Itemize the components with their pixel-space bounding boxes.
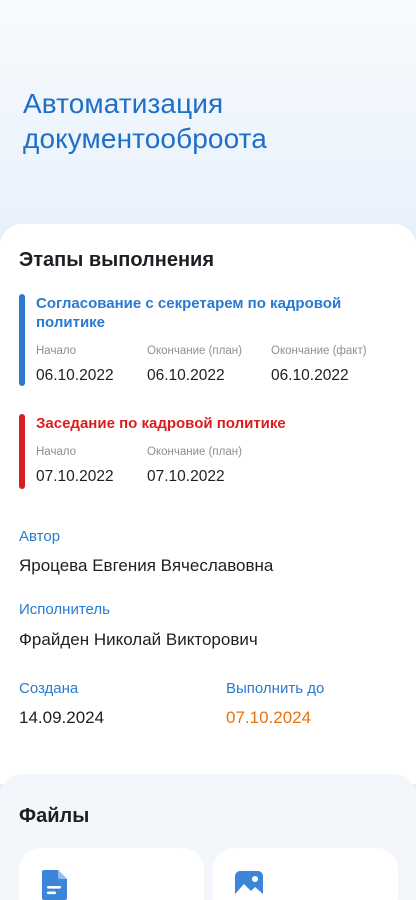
executor-value: Фрайден Николай Викторович	[19, 630, 258, 649]
created-value: 14.09.2024	[19, 708, 105, 727]
due-label: Выполнить до	[226, 680, 325, 697]
stage-start-value: 07.10.2022	[36, 468, 114, 485]
files-section-title: Файлы	[19, 805, 90, 827]
stages-section-title: Этапы выполнения	[19, 249, 214, 271]
author-value: Яроцева Евгения Вячеславовна	[19, 556, 274, 575]
stage-end-fact-label: Окончание (факт)	[271, 345, 367, 357]
author-label: Автор	[19, 528, 61, 545]
stage-end-plan: Окончание (план) 07.10.2022	[147, 446, 242, 486]
file-tile[interactable]	[213, 848, 398, 900]
file-tile[interactable]	[19, 848, 204, 900]
stage-name: Согласование с секретарем по кадровой по…	[36, 295, 342, 331]
stage-end-plan-value: 07.10.2022	[147, 468, 225, 485]
stage-start-label: Начало	[36, 345, 77, 357]
stage-item[interactable]: Согласование с секретарем по кадровой по…	[19, 294, 399, 388]
stage-status-bar	[19, 414, 25, 489]
stage-end-plan: Окончание (план) 06.10.2022	[147, 345, 242, 385]
executor-label: Исполнитель	[19, 601, 110, 618]
task-title: Автоматизация документооброота	[23, 88, 267, 154]
stage-end-plan-value: 06.10.2022	[147, 367, 225, 384]
stage-status-bar	[19, 294, 25, 386]
stage-item[interactable]: Заседание по кадровой политике Начало 07…	[19, 414, 399, 490]
stage-start: Начало 06.10.2022	[36, 345, 114, 385]
stage-end-plan-label: Окончание (план)	[147, 345, 242, 357]
created-label: Создана	[19, 680, 79, 697]
image-icon	[235, 871, 263, 899]
task-header: Автоматизация документооброота	[0, 0, 416, 240]
stage-end-fact-value: 06.10.2022	[271, 367, 349, 384]
stage-start-value: 06.10.2022	[36, 367, 114, 384]
stage-end-fact: Окончание (факт) 06.10.2022	[271, 345, 367, 385]
stage-name: Заседание по кадровой политике	[36, 415, 286, 432]
stage-start: Начало 07.10.2022	[36, 446, 114, 486]
stage-start-label: Начало	[36, 446, 77, 458]
due-value: 07.10.2024	[226, 708, 312, 727]
stage-end-plan-label: Окончание (план)	[147, 446, 242, 458]
document-icon	[42, 870, 67, 900]
